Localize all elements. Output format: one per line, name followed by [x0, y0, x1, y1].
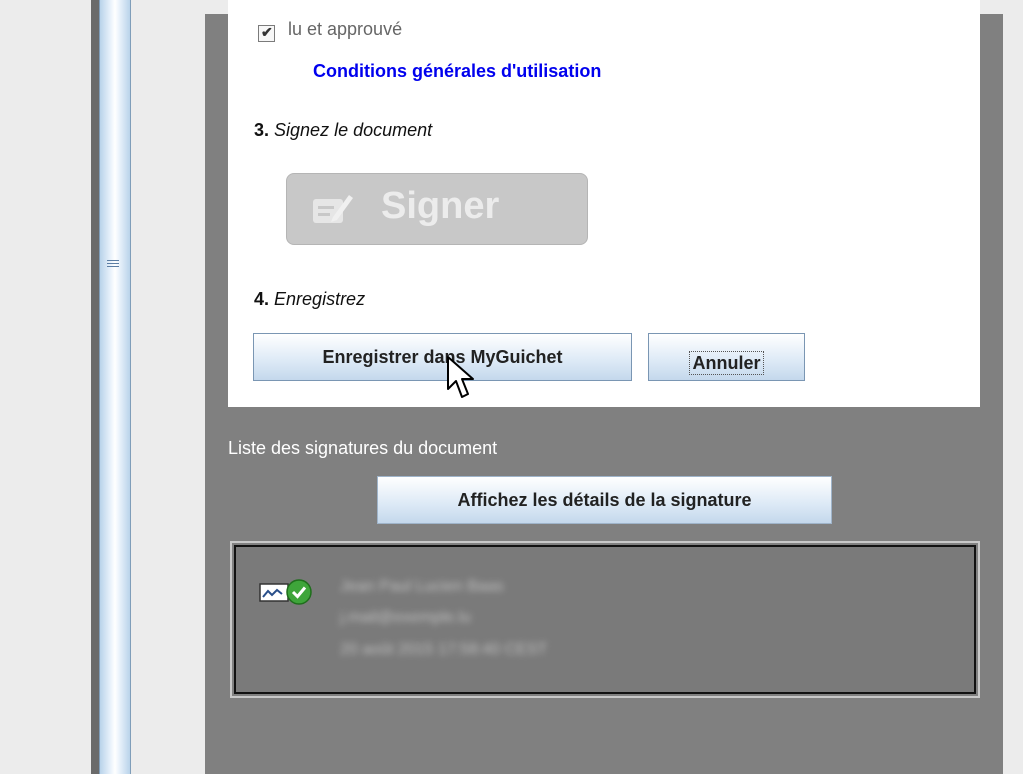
right-background	[1003, 0, 1023, 774]
signature-date: 20 août 2015 17:58:40 CEST	[340, 641, 548, 658]
signature-valid-icon	[259, 579, 312, 605]
sign-button-label: Signer	[381, 185, 500, 227]
step-3-heading: 3. Signez le document	[254, 120, 432, 141]
split-pane-divider[interactable]	[99, 0, 131, 774]
signer-email: j.mail@exemple.lu	[340, 609, 471, 626]
sign-pen-icon	[313, 195, 353, 223]
left-background	[0, 0, 92, 774]
signer-name: Jean Paul Lucien Baas	[340, 578, 504, 595]
signature-details-button[interactable]: Affichez les détails de la signature	[377, 476, 832, 524]
grip-icon[interactable]	[105, 258, 121, 270]
signature-list-title: Liste des signatures du document	[228, 438, 498, 458]
terms-link[interactable]: Conditions générales d'utilisation	[313, 61, 601, 82]
cancel-button-label: Annuler	[689, 350, 764, 375]
save-to-myguichet-button[interactable]: Enregistrer dans MyGuichet	[253, 333, 632, 381]
window-border	[91, 0, 99, 774]
step-4-number: 4.	[254, 289, 270, 309]
approve-label: lu et approuvé	[288, 19, 403, 39]
cancel-button[interactable]: Annuler	[648, 333, 805, 381]
mouse-cursor-icon	[447, 356, 474, 398]
step-3-number: 3.	[254, 120, 270, 140]
step-4-heading: 4. Enregistrez	[254, 289, 365, 310]
checkmark-icon: ✔	[261, 24, 273, 40]
gap-background	[131, 0, 205, 774]
step-4-title: Enregistrez	[274, 289, 366, 309]
step-3-title: Signez le document	[274, 120, 433, 140]
